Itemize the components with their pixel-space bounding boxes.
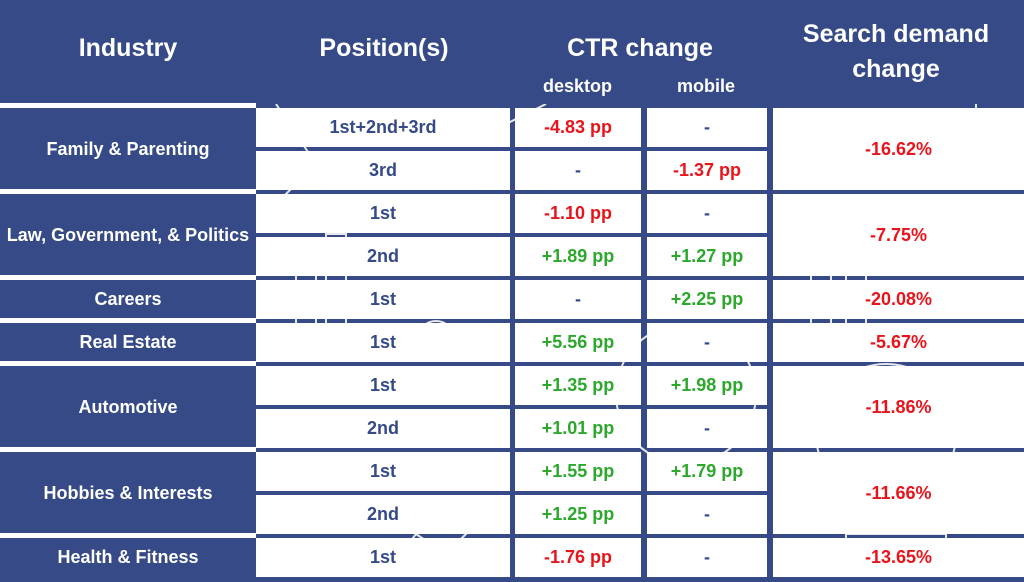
desktop-ctr-cell: +1.35 pp: [515, 366, 641, 405]
industry-cell: Family & Parenting: [0, 108, 256, 190]
group-divider: [0, 533, 256, 538]
position-cell: 1st+2nd+3rd: [256, 108, 510, 147]
industry-cell: Real Estate: [0, 323, 256, 362]
search-demand-cell: -11.86%: [773, 366, 1024, 448]
group-divider: [0, 189, 256, 194]
group-divider: [0, 447, 256, 452]
position-cell: 1st: [256, 538, 510, 577]
position-cell: 1st: [256, 323, 510, 362]
search-demand-cell: -16.62%: [773, 108, 1024, 190]
mobile-ctr-cell: -: [647, 323, 767, 362]
mobile-ctr-cell: +1.27 pp: [647, 237, 767, 276]
mobile-ctr-cell: -: [647, 409, 767, 448]
industry-cell: Law, Government, & Politics: [0, 194, 256, 276]
mobile-ctr-cell: -: [647, 194, 767, 233]
mobile-ctr-cell: -: [647, 495, 767, 534]
mobile-ctr-cell: -1.37 pp: [647, 151, 767, 190]
desktop-ctr-cell: -: [515, 151, 641, 190]
desktop-ctr-cell: +1.25 pp: [515, 495, 641, 534]
position-cell: 1st: [256, 194, 510, 233]
desktop-ctr-cell: -1.10 pp: [515, 194, 641, 233]
position-cell: 1st: [256, 280, 510, 319]
group-divider: [0, 318, 256, 323]
header-search-demand-line2: change: [852, 55, 940, 83]
mobile-ctr-cell: -: [647, 108, 767, 147]
industry-cell: Automotive: [0, 366, 256, 448]
mobile-ctr-cell: -: [647, 538, 767, 577]
mobile-ctr-cell: +1.79 pp: [647, 452, 767, 491]
search-demand-cell: -7.75%: [773, 194, 1024, 276]
header-search-demand: Search demand change: [768, 17, 1024, 87]
ctr-table-page: { "header": { "industry": "Industry", "p…: [0, 0, 1024, 582]
desktop-ctr-cell: +1.89 pp: [515, 237, 641, 276]
search-demand-cell: -20.08%: [773, 280, 1024, 319]
industry-cell: Hobbies & Interests: [0, 452, 256, 534]
search-demand-cell: -5.67%: [773, 323, 1024, 362]
header-mobile: mobile: [676, 76, 735, 96]
desktop-ctr-cell: +1.01 pp: [515, 409, 641, 448]
mobile-ctr-cell: +1.98 pp: [647, 366, 767, 405]
header-ctr-change: CTR change: [567, 34, 713, 62]
desktop-ctr-cell: -1.76 pp: [515, 538, 641, 577]
desktop-ctr-cell: +1.55 pp: [515, 452, 641, 491]
desktop-ctr-cell: -4.83 pp: [515, 108, 641, 147]
header-desktop: desktop: [542, 76, 612, 96]
industry-cell: Careers: [0, 280, 256, 319]
group-divider: [0, 361, 256, 366]
search-demand-cell: -11.66%: [773, 452, 1024, 534]
desktop-ctr-cell: -: [515, 280, 641, 319]
header-divider: [0, 103, 256, 108]
position-cell: 1st: [256, 452, 510, 491]
header-search-demand-line1: Search demand: [802, 20, 990, 48]
header-positions: Position(s): [319, 34, 449, 62]
group-divider: [0, 275, 256, 280]
position-cell: 2nd: [256, 237, 510, 276]
position-cell: 2nd: [256, 409, 510, 448]
position-cell: 2nd: [256, 495, 510, 534]
industry-cell: Health & Fitness: [0, 538, 256, 577]
search-demand-cell: -13.65%: [773, 538, 1024, 577]
position-cell: 1st: [256, 366, 510, 405]
mobile-ctr-cell: +2.25 pp: [647, 280, 767, 319]
position-cell: 3rd: [256, 151, 510, 190]
header-industry: Industry: [78, 34, 178, 62]
desktop-ctr-cell: +5.56 pp: [515, 323, 641, 362]
